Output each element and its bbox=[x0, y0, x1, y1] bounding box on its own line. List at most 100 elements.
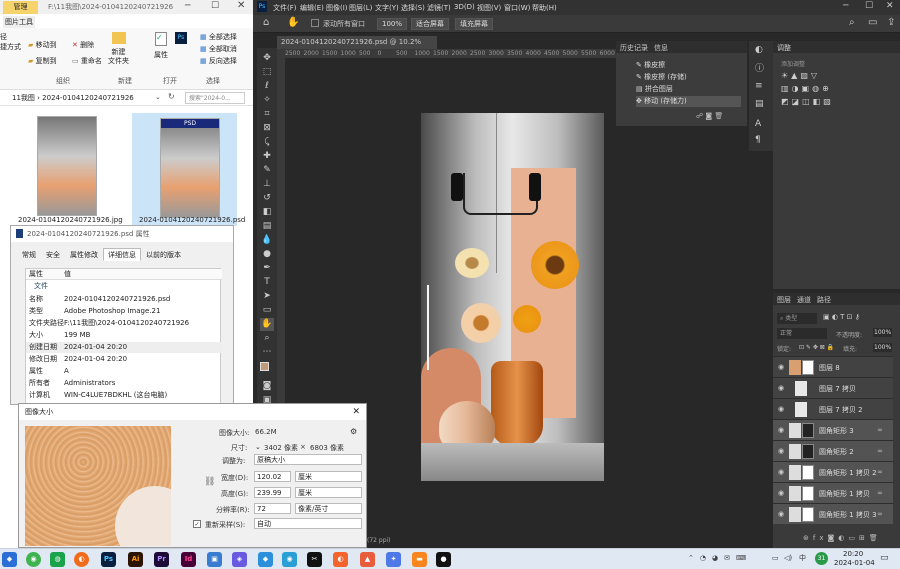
fill-input[interactable]: 100% bbox=[873, 343, 893, 352]
delete-button[interactable]: ✕ 删除 bbox=[72, 40, 94, 50]
history-item-current[interactable]: ✥ 移动 (存储力) bbox=[636, 96, 741, 107]
quick-mask-icon[interactable]: ◙ bbox=[260, 380, 274, 393]
height-input[interactable]: 239.99 bbox=[254, 487, 291, 498]
minimize-icon[interactable]: ─ bbox=[843, 1, 848, 11]
visibility-eye-icon[interactable]: ◉ bbox=[778, 489, 784, 497]
file-name-jpg[interactable]: 2024-0104120240721926.jpg bbox=[18, 216, 123, 224]
lock-icons[interactable]: ⊡ ✎ ✥ ⊠ 🔒 bbox=[799, 344, 834, 351]
layer-row[interactable]: ◉ 图层 7 拷贝 2 bbox=[773, 398, 893, 419]
app-blue-icon[interactable]: ▣ bbox=[207, 552, 222, 567]
app-dark-icon[interactable]: ● bbox=[436, 552, 451, 567]
document-canvas[interactable] bbox=[421, 113, 604, 481]
app-green-icon[interactable]: ◉ bbox=[26, 552, 41, 567]
visibility-eye-icon[interactable]: ◉ bbox=[778, 447, 784, 455]
fit-screen-button[interactable]: 适合屏幕 bbox=[411, 18, 449, 30]
adjustment-icons-row-3[interactable]: ◩◪◫◧▧ bbox=[781, 97, 834, 106]
brush-tool-icon[interactable]: ✎ bbox=[260, 164, 274, 177]
menu-image[interactable]: 图像(I) bbox=[326, 3, 348, 13]
frame-tool-icon[interactable]: ⊠ bbox=[260, 122, 274, 135]
menu-help[interactable]: 帮助(H) bbox=[532, 3, 557, 13]
maximize-icon[interactable]: ☐ bbox=[211, 1, 219, 11]
document-tab[interactable]: 2024-0104120240721926.psd @ 10.2%(RGB/8#… bbox=[277, 36, 437, 59]
more-tools-icon[interactable]: ⋯ bbox=[260, 346, 274, 359]
opacity-input[interactable]: 100% bbox=[873, 328, 893, 337]
image-preview[interactable] bbox=[25, 426, 171, 546]
tab-previous-versions[interactable]: 以前的版本 bbox=[141, 248, 186, 261]
character-panel-icon[interactable]: A bbox=[755, 119, 761, 129]
copy-to-button[interactable]: ▰ 复制到 bbox=[28, 56, 57, 66]
history-snapshot-icons[interactable]: ☍ ◙ 🗑 bbox=[696, 112, 723, 120]
layer-row[interactable]: ◉ 圆角矩形 1 拷贝 3 ∞ bbox=[773, 503, 893, 524]
tab-details[interactable]: 详细信息 bbox=[103, 248, 141, 261]
path-select-icon[interactable]: ➤ bbox=[260, 290, 274, 303]
start-icon[interactable]: ◆ bbox=[2, 552, 17, 567]
stamp-tool-icon[interactable]: ⊥ bbox=[260, 178, 274, 191]
network-icon[interactable]: ▭ bbox=[772, 554, 779, 562]
resolution-input[interactable]: 72 bbox=[254, 503, 291, 514]
app-red-icon[interactable]: ▲ bbox=[360, 552, 375, 567]
type-tool-icon[interactable]: T bbox=[260, 276, 274, 289]
chevron-down-icon[interactable]: ⌄ bbox=[155, 93, 161, 101]
search-input[interactable]: 搜索"2024-0... bbox=[185, 92, 245, 104]
table-row[interactable]: 所有者 Administrators bbox=[26, 378, 222, 389]
width-input[interactable]: 120.02 bbox=[254, 471, 291, 482]
visibility-eye-icon[interactable]: ◉ bbox=[778, 510, 784, 518]
table-row[interactable]: 名称 2024-0104120240721926.psd bbox=[26, 294, 222, 305]
history-item[interactable]: ▤ 拼合图层 bbox=[636, 84, 673, 95]
maximize-icon[interactable]: ☐ bbox=[865, 1, 873, 11]
search-icon[interactable]: ⌕ bbox=[849, 17, 855, 28]
history-item[interactable]: ✎ 橡皮擦 bbox=[636, 60, 665, 71]
height-unit-select[interactable]: 厘米 bbox=[295, 487, 362, 498]
premiere-icon[interactable]: Pr bbox=[154, 552, 169, 567]
select-none-button[interactable]: ▦ 全部取消 bbox=[200, 44, 237, 54]
tab-info[interactable]: 信息 bbox=[654, 43, 668, 53]
paragraph-panel-icon[interactable]: ¶ bbox=[755, 135, 761, 145]
visibility-eye-icon[interactable]: ◉ bbox=[778, 384, 784, 392]
constrain-proportions-icon[interactable]: ⛓ bbox=[204, 477, 215, 487]
color-panel-icon[interactable]: ◐ bbox=[755, 45, 763, 55]
scroll-all-checkbox[interactable] bbox=[311, 19, 319, 27]
adjustment-icons-row-2[interactable]: ▥◑▣◍⊕ bbox=[781, 84, 832, 93]
layer-row[interactable]: ◉ 图层 7 拷贝 bbox=[773, 377, 893, 398]
healing-brush-icon[interactable]: ✚ bbox=[260, 150, 274, 163]
tab-picture-tools[interactable]: 图片工具 bbox=[3, 16, 35, 28]
menu-3d[interactable]: 3D(D) bbox=[454, 3, 475, 11]
lasso-tool-icon[interactable]: ℓ bbox=[260, 80, 274, 93]
menu-view[interactable]: 视图(V) bbox=[477, 3, 501, 13]
clock-date[interactable]: 2024-01-04 bbox=[834, 559, 875, 567]
move-to-button[interactable]: ▰ 移动到 bbox=[28, 40, 57, 50]
share-icon[interactable]: ⇪ bbox=[887, 17, 895, 28]
gear-icon[interactable]: ⚙ bbox=[350, 427, 357, 436]
home-icon[interactable]: ⌂ bbox=[263, 17, 269, 28]
tab-history[interactable]: 历史记录 bbox=[620, 43, 648, 53]
capcut-icon[interactable]: ✂ bbox=[307, 552, 322, 567]
menu-window[interactable]: 窗口(W) bbox=[504, 3, 530, 13]
menu-select[interactable]: 选择(S) bbox=[401, 3, 425, 13]
close-icon[interactable]: ✕ bbox=[352, 404, 360, 420]
resample-checkbox[interactable]: ✓ bbox=[193, 520, 201, 528]
table-row[interactable]: 文件夹路径 F:\11我图\2024-0104120240721926 bbox=[26, 318, 222, 329]
hand-tool-icon[interactable]: ✋ bbox=[260, 318, 274, 331]
layer-filter-input[interactable]: ⌕ 类型 bbox=[777, 313, 817, 324]
blur-tool-icon[interactable]: 💧 bbox=[260, 234, 274, 247]
input-language[interactable]: 中 bbox=[799, 553, 806, 563]
minimize-icon[interactable]: ─ bbox=[185, 1, 190, 11]
resample-select[interactable]: 自动 bbox=[254, 518, 362, 529]
app-bird-icon[interactable]: ✦ bbox=[386, 552, 401, 567]
layer-row[interactable]: ◉ 圆角矩形 2 ∞ bbox=[773, 440, 893, 461]
info-panel-icon[interactable]: ⓘ bbox=[755, 61, 764, 74]
table-row[interactable]: 大小 199 MB bbox=[26, 330, 222, 341]
properties-panel-icon[interactable]: ≡ bbox=[755, 81, 763, 91]
tab-layers[interactable]: 图层 bbox=[777, 295, 791, 305]
app-teal-icon[interactable]: ◆ bbox=[258, 552, 273, 567]
tab-paths[interactable]: 路径 bbox=[817, 295, 831, 305]
tab-general[interactable]: 常规 bbox=[17, 248, 41, 261]
zoom-100-button[interactable]: 100% bbox=[377, 18, 408, 30]
adjustment-icons-row-1[interactable]: ☀▲▨▽ bbox=[781, 71, 820, 80]
new-folder-button[interactable]: 新建 文件夹 bbox=[108, 48, 129, 66]
system-tray-icons[interactable]: ⌃◔◕✉⌨ bbox=[688, 554, 752, 562]
shape-tool-icon[interactable]: ▭ bbox=[260, 304, 274, 317]
tab-attr-modify[interactable]: 属性修改 bbox=[65, 248, 103, 261]
app-orange-icon[interactable]: ◐ bbox=[333, 552, 348, 567]
foreground-color-swatch[interactable] bbox=[260, 362, 269, 371]
